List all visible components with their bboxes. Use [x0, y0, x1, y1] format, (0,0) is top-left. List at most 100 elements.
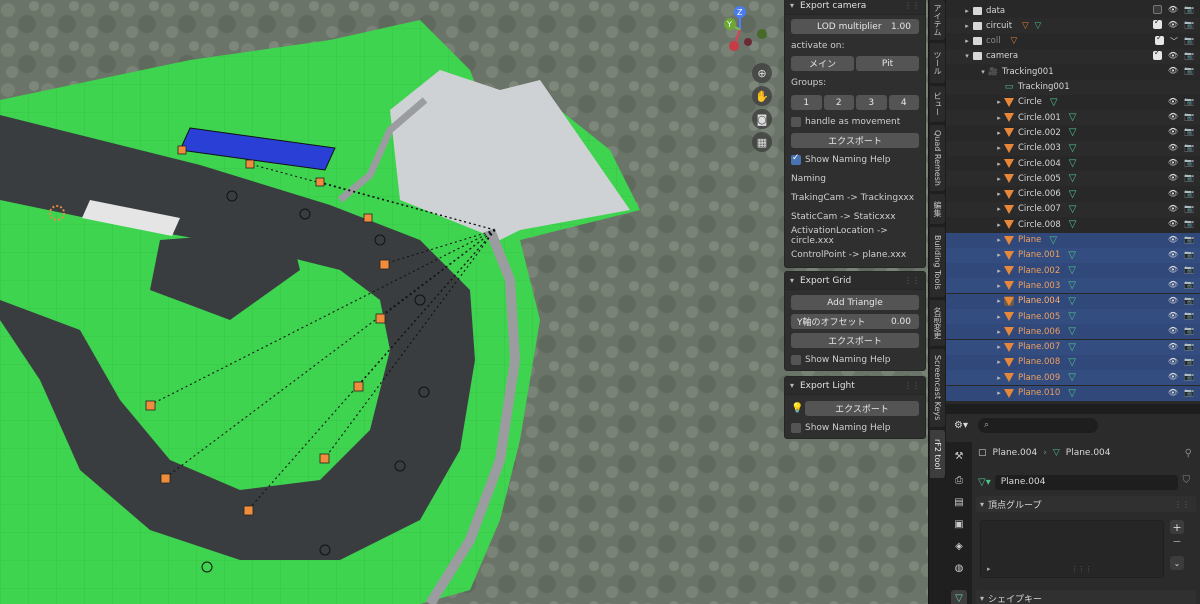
outliner-row[interactable]: ▸ Circle.005 ▽ 👁 📷: [946, 171, 1200, 187]
outliner-item-name[interactable]: Circle: [1018, 97, 1042, 107]
outliner-row[interactable]: ▸ Plane.007 ▽ 👁 📷: [946, 339, 1200, 355]
outliner-row[interactable]: ▸ Plane.003 ▽ 👁 📷: [946, 278, 1200, 294]
tab-view[interactable]: ビュー: [930, 86, 945, 122]
render-camera-icon[interactable]: 📷: [1184, 357, 1194, 366]
exclude-checkbox[interactable]: [1155, 33, 1165, 45]
drag-grip-icon[interactable]: ⋮⋮: [904, 381, 920, 390]
eye-icon[interactable]: 👁: [1168, 127, 1178, 136]
outliner-item-name[interactable]: coll: [986, 36, 1001, 46]
render-camera-icon[interactable]: 📷: [1184, 173, 1194, 182]
outliner-row[interactable]: ▸ Plane.010 ▽ 👁 📷: [946, 385, 1200, 401]
outliner-item-name[interactable]: Plane.003: [1018, 281, 1060, 291]
outliner-row[interactable]: ▸ data 👁 📷: [946, 3, 1200, 18]
remove-vertex-group-button[interactable]: −: [1170, 535, 1184, 548]
mesh-data-icon[interactable]: ▽: [1068, 311, 1076, 322]
render-camera-icon[interactable]: 📷: [1184, 204, 1194, 213]
navigation-gizmo[interactable]: Z Y: [712, 2, 772, 62]
eye-icon[interactable]: 👁: [1168, 51, 1178, 60]
disclosure-open-icon[interactable]: ▾: [962, 52, 972, 60]
add-vertex-group-button[interactable]: +: [1170, 520, 1184, 534]
tab-quad-remesh[interactable]: Quad Remesh: [930, 125, 945, 191]
group-4-button[interactable]: 4: [888, 95, 919, 110]
disclosure-closed-icon[interactable]: ▸: [994, 358, 1004, 366]
export-light-header[interactable]: ▾ Export Light ⋮⋮: [785, 377, 925, 395]
outliner-row[interactable]: ▸ Circle.007 ▽ 👁 📷: [946, 201, 1200, 217]
outliner-item-name[interactable]: Plane.009: [1018, 373, 1060, 383]
outliner-item-name[interactable]: Plane.002: [1018, 266, 1060, 276]
outliner-item-name[interactable]: Circle.004: [1018, 159, 1061, 169]
output-icon[interactable]: ▤: [951, 494, 967, 510]
outliner-row[interactable]: ▸ Plane.001 ▽ 👁 📷: [946, 247, 1200, 263]
render-icon[interactable]: ⎙: [951, 472, 967, 488]
outliner-item-name[interactable]: Circle.003: [1018, 143, 1061, 153]
disclosure-closed-icon[interactable]: ▸: [994, 374, 1004, 382]
render-camera-icon[interactable]: 📷: [1184, 143, 1194, 152]
render-camera-icon[interactable]: 📷: [1184, 265, 1194, 274]
expand-filter-icon[interactable]: ▸: [987, 565, 991, 573]
outliner-item-name[interactable]: camera: [986, 51, 1018, 61]
mesh-data-icon[interactable]: ▽: [1069, 219, 1077, 230]
main-button[interactable]: メイン: [791, 56, 854, 71]
checkbox-checked[interactable]: [791, 153, 801, 165]
outliner-row[interactable]: ▾ 🎥 Tracking001 👁 📷: [946, 64, 1200, 79]
outliner-item-name[interactable]: Circle.006: [1018, 189, 1061, 199]
editor-type-icon[interactable]: ⚙▾: [954, 420, 968, 431]
eye-icon[interactable]: 👁: [1168, 204, 1178, 213]
disclosure-closed-icon[interactable]: ▸: [994, 114, 1004, 122]
render-camera-icon[interactable]: 📷: [1184, 20, 1194, 29]
mesh-data-icon[interactable]: ▽: [1050, 97, 1058, 108]
render-camera-icon[interactable]: 📷: [1184, 342, 1194, 351]
mesh-data-dropdown-icon[interactable]: ▽▾: [978, 477, 991, 488]
mesh-data-icon[interactable]: ▽: [1035, 21, 1042, 31]
tab-rename[interactable]: 名前変更: [930, 300, 945, 346]
eye-icon[interactable]: 👁: [1168, 5, 1178, 14]
tab-tool[interactable]: ツール: [930, 43, 945, 83]
mesh-data-icon[interactable]: ▽: [1069, 173, 1077, 184]
disclosure-open-icon[interactable]: ▾: [978, 68, 988, 76]
disclosure-closed-icon[interactable]: ▸: [994, 129, 1004, 137]
outliner-item-name[interactable]: Plane.004: [1018, 296, 1060, 306]
vertex-group-specials-button[interactable]: ⌄: [1170, 556, 1184, 570]
mesh-data-icon[interactable]: ▽: [1068, 250, 1076, 261]
lod-multiplier-field[interactable]: LOD multiplier 1.00: [791, 19, 919, 34]
outliner-item-name[interactable]: data: [986, 6, 1005, 16]
outliner-row[interactable]: ▸ Plane.002 ▽ 👁 📷: [946, 263, 1200, 279]
outliner-row[interactable]: ▸coll▽﹀📷: [946, 33, 1200, 49]
mesh-data-icon[interactable]: ▽: [1069, 143, 1077, 154]
shape-keys-header[interactable]: ▾ シェイプキー: [976, 590, 1196, 604]
drag-grip-icon[interactable]: ⋮⋮: [904, 276, 920, 285]
outliner-row[interactable]: ▸ Plane.009 ▽ 👁 📷: [946, 370, 1200, 386]
export-light-button[interactable]: エクスポート: [805, 401, 919, 416]
outliner-row[interactable]: ▸ Plane ▽ 👁 📷: [946, 232, 1200, 248]
eye-icon[interactable]: 👁: [1168, 143, 1178, 152]
mesh-name-field[interactable]: Plane.004: [994, 474, 1178, 490]
outliner-item-name[interactable]: Tracking001: [1002, 67, 1054, 77]
outliner-item-name[interactable]: Plane: [1018, 235, 1041, 245]
mesh-data-icon[interactable]: ▽: [1068, 280, 1076, 291]
outliner-row[interactable]: ▸ Circle.001 ▽ 👁 📷: [946, 110, 1200, 126]
mesh-data-icon[interactable]: ▽: [1068, 326, 1076, 337]
show-naming-help-toggle[interactable]: Show Naming Help: [791, 420, 919, 435]
outliner-row[interactable]: ▸circuit▽▽👁📷: [946, 17, 1200, 34]
exclude-checkbox[interactable]: [1152, 48, 1162, 60]
render-camera-icon[interactable]: 📷: [1184, 372, 1194, 381]
mesh-data-icon[interactable]: ▽: [1068, 388, 1076, 399]
eye-icon[interactable]: 👁: [1168, 311, 1178, 320]
add-triangle-button[interactable]: Add Triangle: [791, 295, 919, 310]
render-camera-icon[interactable]: 📷: [1184, 97, 1194, 106]
outliner-row[interactable]: ▾camera👁📷: [946, 48, 1200, 64]
zoom-icon[interactable]: ⊕: [752, 63, 772, 83]
outliner-item-name[interactable]: Plane.001: [1018, 250, 1060, 260]
group-2-button[interactable]: 2: [823, 95, 854, 110]
eye-icon[interactable]: 👁: [1168, 280, 1178, 289]
render-camera-icon[interactable]: 📷: [1184, 158, 1194, 167]
vertex-groups-header[interactable]: ▾ 頂点グループ ⋮⋮: [976, 496, 1196, 512]
outliner-row[interactable]: ▸ Circle.002 ▽ 👁 📷: [946, 125, 1200, 140]
outliner-item-name[interactable]: Tracking001: [1018, 82, 1070, 92]
outliner-row[interactable]: ▸ Plane.008 ▽ 👁 📷: [946, 354, 1200, 370]
disclosure-closed-icon[interactable]: ▸: [994, 297, 1004, 305]
outliner-row[interactable]: ▸ Circle ▽ 👁 📷: [946, 95, 1200, 110]
eye-icon[interactable]: 👁: [1168, 219, 1178, 228]
outliner-row[interactable]: ▸ Circle.004 ▽ 👁 📷: [946, 156, 1200, 171]
disclosure-closed-icon[interactable]: ▸: [994, 175, 1004, 183]
